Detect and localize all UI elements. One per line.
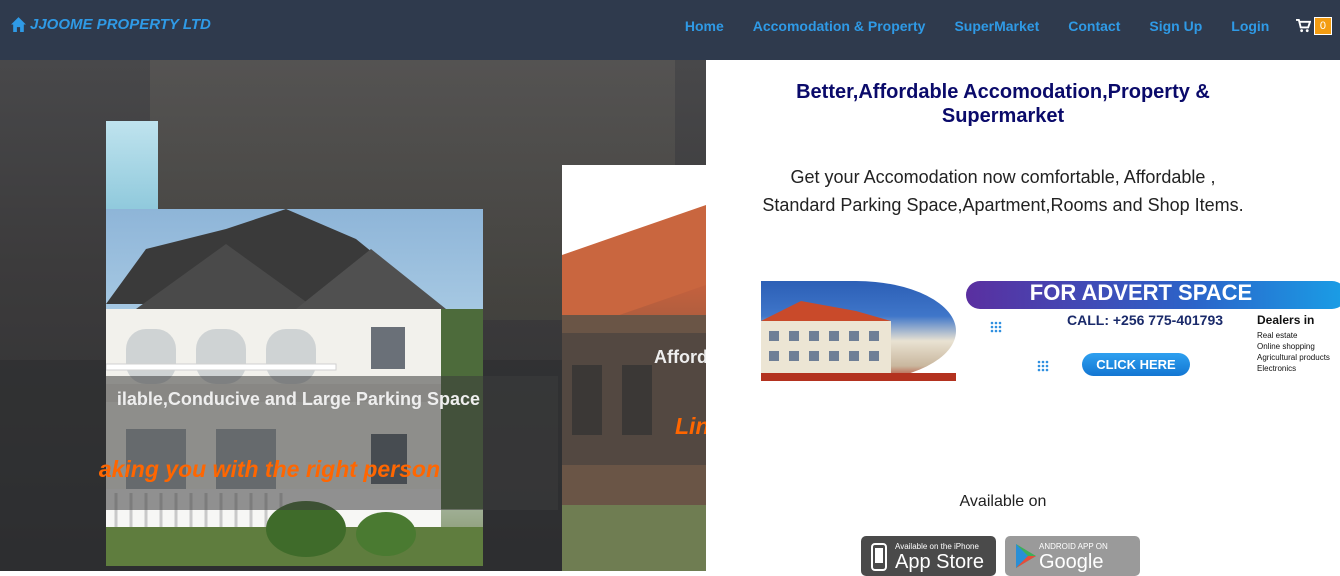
dots-icon — [1037, 360, 1049, 372]
nav-menu: Home Accomodation & Property SuperMarket… — [670, 0, 1332, 52]
shopping-cart-icon — [1295, 19, 1311, 33]
slide2-caption-title: Afford — [654, 347, 706, 367]
nav-supermarket[interactable]: SuperMarket — [954, 18, 1039, 34]
google-play-button[interactable]: ANDROID APP ON Google play — [1005, 536, 1140, 576]
dealers-item: Agricultural products — [1257, 353, 1330, 362]
description-line-1: Get your Accomodation now comfortable, A… — [790, 167, 1216, 187]
dealers-item: Electronics — [1257, 364, 1297, 373]
dots-icon — [990, 321, 1002, 333]
brand-name: JJOOME PROPERTY LTD — [30, 16, 211, 33]
nav-login[interactable]: Login — [1231, 18, 1269, 34]
navbar: JJOOME PROPERTY LTD Home Accomodation & … — [0, 0, 1340, 60]
dealers-list: Real estate Online shopping Agricultural… — [1257, 330, 1330, 374]
dealers-item: Real estate — [1257, 331, 1298, 340]
advert-click-here-button[interactable]: CLICK HERE — [1082, 353, 1190, 376]
nav-contact[interactable]: Contact — [1068, 18, 1120, 34]
google-play-icon — [1016, 544, 1036, 568]
advert-banner[interactable]: FOR ADVERT SPACE CALL: +256 775-401793 C… — [761, 281, 1340, 381]
nav-home[interactable]: Home — [685, 18, 724, 34]
cart-button[interactable]: 0 — [1295, 17, 1332, 35]
slide2-caption-subtitle: Lin — [675, 413, 706, 439]
app-store-label: App Store — [895, 551, 984, 573]
nav-sign-up[interactable]: Sign Up — [1149, 18, 1202, 34]
intro-panel: Better,Affordable Accomodation,Property … — [706, 60, 1340, 576]
available-on-label: Available on — [959, 493, 1047, 510]
google-play-label: Google play — [1039, 551, 1104, 576]
description-line-2: Standard Parking Space,Apartment,Rooms a… — [762, 195, 1244, 215]
page-headline: Better,Affordable Accomodation,Property … — [796, 81, 1210, 127]
cart-count-badge: 0 — [1313, 17, 1332, 35]
brand-link[interactable]: JJOOME PROPERTY LTD — [10, 16, 211, 33]
apartment-illustration — [761, 301, 956, 381]
page-description: Get your Accomodation now comfortable, A… — [726, 163, 1280, 219]
dealers-title: Dealers in — [1257, 313, 1315, 327]
advert-building-photo — [761, 281, 956, 381]
advert-title: FOR ADVERT SPACE — [966, 281, 1340, 309]
hero-carousel[interactable]: ilable,Conducive and Large Parking Space… — [0, 60, 706, 571]
iphone-icon — [871, 543, 887, 571]
nav-accomodation-property[interactable]: Accomodation & Property — [753, 18, 926, 34]
slide-caption-title: ilable,Conducive and Large Parking Space — [116, 389, 480, 409]
slide-caption-subtitle: aking you with the right person — [98, 456, 440, 482]
app-store-button[interactable]: Available on the iPhone App Store — [861, 536, 996, 576]
advert-phone: CALL: +256 775-401793 — [1067, 312, 1224, 328]
dealers-item: Online shopping — [1257, 342, 1315, 351]
slide-image-edge — [106, 121, 158, 211]
home-icon — [11, 17, 26, 32]
